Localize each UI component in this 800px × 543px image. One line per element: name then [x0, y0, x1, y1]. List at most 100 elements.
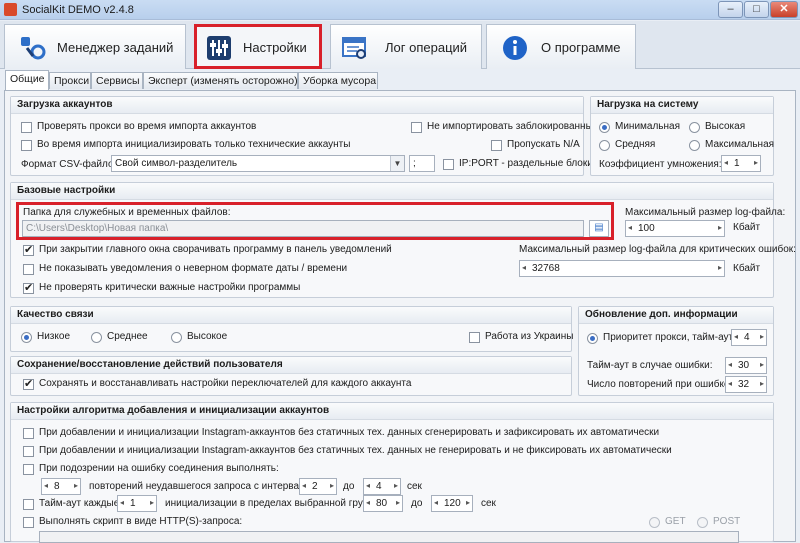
close-button[interactable]: ✕ — [770, 1, 798, 18]
separator-input[interactable]: ; — [409, 155, 435, 172]
folder-input[interactable]: C:\Users\Desktop\Новая папка\ — [22, 220, 584, 237]
interval-sec-label: сек — [407, 481, 422, 492]
minimize-tray-checkbox[interactable] — [23, 243, 34, 256]
skip-na-label: Пропускать N/A — [507, 139, 580, 150]
retry-stepper[interactable]: ◂ 32 ▸ — [725, 376, 767, 393]
log-size-stepper[interactable]: ◂ 100 ▸ — [625, 220, 725, 237]
settings-sliders-icon — [207, 36, 231, 60]
group-sec-label: сек — [481, 498, 496, 509]
multiplier-stepper[interactable]: ◂ 1 ▸ — [721, 155, 761, 172]
subtab-garbage[interactable]: Уборка мусора — [298, 72, 378, 89]
retries-stepper[interactable]: ◂ 8 ▸ — [41, 478, 81, 495]
algorithm-group: Настройки алгоритма добавления и инициал… — [10, 402, 774, 543]
tab-settings[interactable]: Настройки — [194, 24, 322, 69]
chevron-down-icon: ▼ — [390, 156, 404, 171]
load-high-label: Высокая — [705, 121, 746, 132]
accounts-load-group: Загрузка аккаунтов Проверять прокси во в… — [10, 96, 598, 176]
tab-about[interactable]: О программе — [486, 24, 636, 69]
group-from-stepper[interactable]: ◂ 80 ▸ — [363, 495, 403, 512]
timeout-every-label: Тайм-аут каждые — [39, 498, 120, 509]
http-script-label: Выполнять скрипт в виде HTTP(S)-запроса: — [39, 516, 243, 527]
minimize-button[interactable]: – — [718, 1, 743, 18]
post-radio[interactable] — [697, 517, 708, 528]
conn-error-checkbox[interactable] — [23, 464, 34, 475]
proxy-priority-radio[interactable] — [587, 333, 598, 344]
load-high-radio[interactable] — [689, 122, 700, 133]
multiplier-label: Коэффициент умножения: — [599, 159, 722, 170]
group-header: Настройки алгоритма добавления и инициал… — [11, 403, 773, 420]
quality-high-radio[interactable] — [171, 332, 182, 343]
subtab-expert[interactable]: Эксперт (изменять осторожно) — [143, 72, 298, 89]
load-max-label: Максимальная — [705, 139, 775, 150]
tab-label: О программе — [541, 40, 621, 55]
load-max-radio[interactable] — [689, 140, 700, 151]
group-to-stepper[interactable]: ◂ 120 ▸ — [431, 495, 473, 512]
get-radio[interactable] — [649, 517, 660, 528]
crit-log-unit: Кбайт — [733, 263, 761, 274]
crit-log-label: Максимальный размер log-файла для критич… — [519, 244, 796, 255]
app-icon — [4, 3, 17, 16]
sub-tab-bar: Общие Прокси Сервисы Эксперт (изменять о… — [0, 70, 800, 90]
group-to-label: до — [411, 498, 423, 509]
no-check-critical-checkbox[interactable] — [23, 281, 34, 294]
quality-low-radio[interactable] — [21, 332, 32, 343]
quality-mid-radio[interactable] — [91, 332, 102, 343]
init-technical-checkbox[interactable] — [21, 140, 32, 151]
minimize-tray-label: При закрытии главного окна сворачивать п… — [39, 244, 392, 255]
load-mid-radio[interactable] — [599, 140, 610, 151]
no-import-blocked-checkbox[interactable] — [411, 122, 422, 133]
init-technical-label: Во время импорта инициализировать только… — [37, 139, 351, 150]
csv-format-select[interactable]: Свой символ-разделитель ▼ — [111, 155, 405, 172]
log-size-unit: Кбайт — [733, 222, 761, 233]
window-title: SocialKit DEMO v2.4.8 — [22, 4, 134, 16]
init-group-text: инициализации в пределах выбранной групп… — [165, 498, 394, 509]
no-gen-checkbox[interactable] — [23, 446, 34, 457]
group-header: Качество связи — [11, 307, 571, 324]
proxy-priority-label: Приоритет прокси, тайм-аут: — [603, 332, 736, 343]
tab-label: Настройки — [243, 40, 307, 55]
tab-label: Лог операций — [385, 40, 468, 55]
ipport-checkbox[interactable] — [443, 159, 454, 170]
ukraine-label: Работа из Украины — [485, 331, 574, 342]
subtab-services[interactable]: Сервисы — [91, 72, 143, 89]
extra-update-group: Обновление доп. информации Приоритет про… — [578, 306, 774, 396]
group-header: Сохранение/восстановление действий польз… — [11, 357, 571, 374]
check-proxy-label: Проверять прокси во время импорта аккаун… — [37, 121, 257, 132]
quality-mid-label: Среднее — [107, 331, 148, 342]
save-toggles-label: Сохранять и восстанавливать настройки пе… — [39, 378, 412, 389]
no-date-warn-checkbox[interactable] — [23, 264, 34, 275]
log-size-label: Максимальный размер log-файла: — [625, 207, 786, 218]
load-min-radio[interactable] — [599, 122, 610, 133]
http-script-input[interactable] — [39, 531, 739, 543]
crit-log-stepper[interactable]: ◂ 32768 ▸ — [519, 260, 725, 277]
timeout-every-checkbox[interactable] — [23, 499, 34, 510]
manager-icon — [21, 37, 46, 60]
subtab-general[interactable]: Общие — [5, 70, 49, 90]
info-icon — [503, 36, 527, 60]
ukraine-checkbox[interactable] — [469, 332, 480, 343]
maximize-button[interactable]: □ — [744, 1, 769, 18]
group-header: Нагрузка на систему — [591, 97, 773, 114]
check-proxy-checkbox[interactable] — [21, 122, 32, 133]
subtab-proxy[interactable]: Прокси — [49, 72, 91, 89]
system-load-group: Нагрузка на систему Минимальная Высокая … — [590, 96, 774, 176]
conn-error-label: При подозрении на ошибку соединения выпо… — [39, 463, 279, 474]
timeout-every-stepper[interactable]: ◂ 1 ▸ — [117, 495, 157, 512]
save-toggles-checkbox[interactable] — [23, 377, 34, 390]
interval-to-stepper[interactable]: ◂ 4 ▸ — [363, 478, 401, 495]
timeout-error-label: Тайм-аут в случае ошибки: — [587, 360, 713, 371]
http-script-checkbox[interactable] — [23, 517, 34, 528]
tab-label: Менеджер заданий — [57, 40, 174, 55]
interval-to-label: до — [343, 481, 355, 492]
tab-operations-log[interactable]: Лог операций — [330, 24, 482, 69]
tab-task-manager[interactable]: Менеджер заданий — [4, 24, 186, 69]
interval-from-stepper[interactable]: ◂ 2 ▸ — [299, 478, 337, 495]
proxy-priority-stepper[interactable]: ◂ 4 ▸ — [731, 329, 767, 346]
timeout-error-stepper[interactable]: ◂ 30 ▸ — [725, 357, 767, 374]
post-label: POST — [713, 516, 741, 527]
get-label: GET — [665, 516, 686, 527]
gen-auto-checkbox[interactable] — [23, 428, 34, 439]
browse-folder-button[interactable]: ▤ — [589, 220, 609, 237]
log-icon — [342, 37, 366, 59]
skip-na-checkbox[interactable] — [491, 140, 502, 151]
